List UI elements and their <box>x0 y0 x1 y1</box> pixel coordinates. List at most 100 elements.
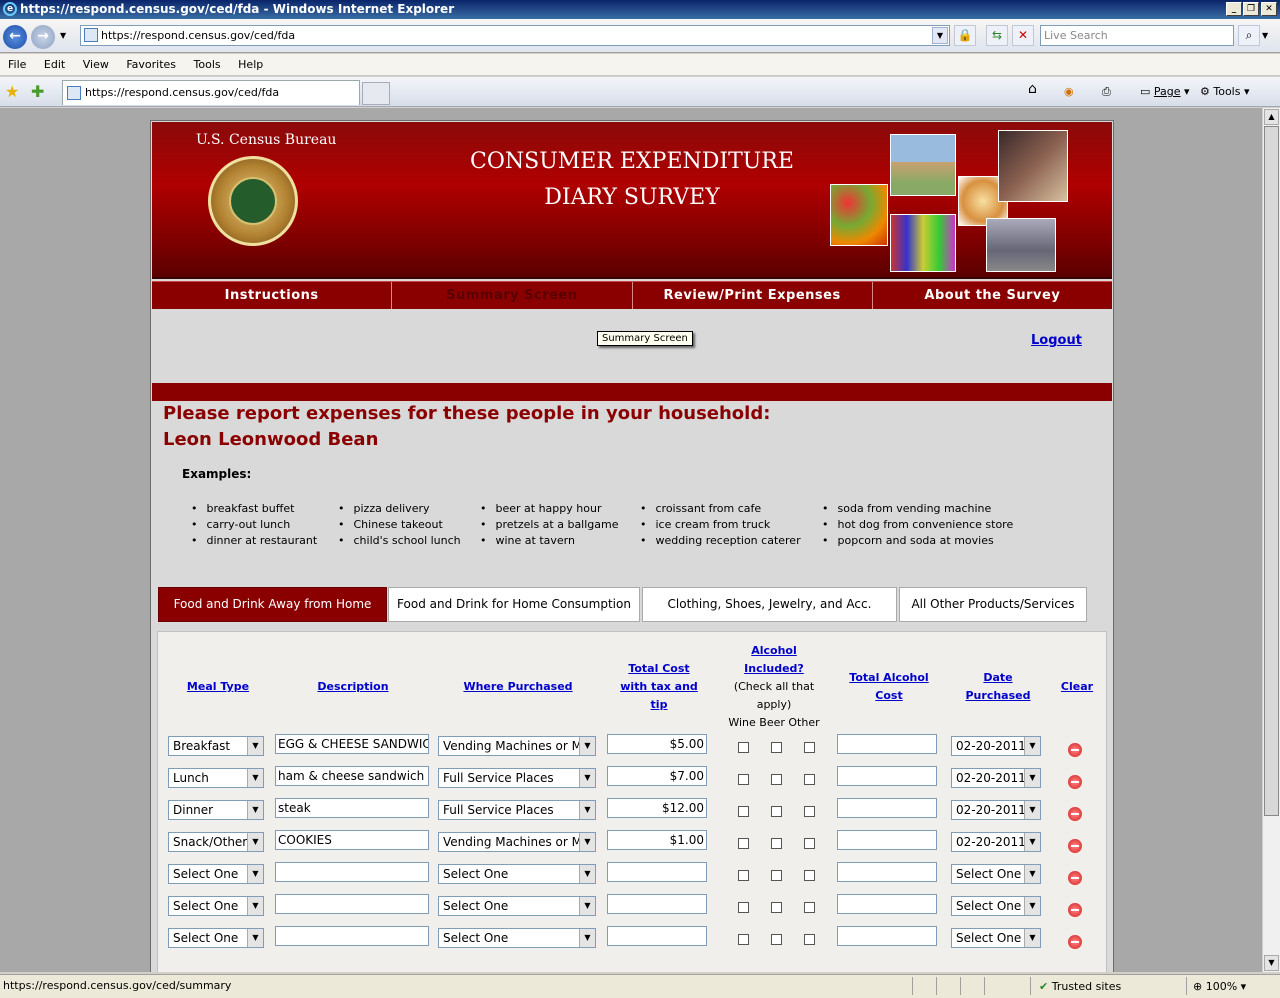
wine-checkbox[interactable] <box>738 934 749 945</box>
print-icon[interactable]: ⎙ <box>1102 84 1111 100</box>
favorites-star-icon[interactable]: ★ <box>5 82 19 101</box>
menu-view[interactable]: View <box>77 54 115 76</box>
beer-checkbox[interactable] <box>771 774 782 785</box>
refresh-icon[interactable]: ⇆ <box>986 25 1008 46</box>
col-alcohol-2[interactable]: Included? <box>718 660 830 678</box>
where-purchased-select[interactable]: Full Service Places ▼ <box>438 768 596 788</box>
date-purchased-select[interactable]: Select One ▼ <box>951 864 1041 884</box>
col-description[interactable]: Description <box>278 678 428 696</box>
meal-type-select[interactable]: Select One ▼ <box>168 896 264 916</box>
date-purchased-select[interactable]: Select One ▼ <box>951 928 1041 948</box>
forward-button[interactable]: → <box>31 25 55 49</box>
description-input[interactable] <box>275 894 429 914</box>
alcohol-cost-input[interactable] <box>837 766 937 786</box>
meal-type-select[interactable]: Breakfast ▼ <box>168 736 264 756</box>
other-alcohol-checkbox[interactable] <box>804 902 815 913</box>
zoom-control[interactable]: ⊕ 100% ▾ <box>1186 977 1266 995</box>
beer-checkbox[interactable] <box>771 806 782 817</box>
wine-checkbox[interactable] <box>738 806 749 817</box>
where-purchased-select[interactable]: Select One ▼ <box>438 928 596 948</box>
where-purchased-select[interactable]: Vending Machines or Mobile Vendors▼ <box>438 736 596 756</box>
lock-icon[interactable]: 🔒 <box>954 25 976 46</box>
col-where-purchased[interactable]: Where Purchased <box>438 678 598 696</box>
address-dropdown-icon[interactable]: ▼ <box>932 27 948 44</box>
history-dropdown-icon[interactable]: ▼ <box>60 31 66 40</box>
scroll-down-icon[interactable]: ▼ <box>1264 955 1279 971</box>
wine-checkbox[interactable] <box>738 742 749 753</box>
wine-checkbox[interactable] <box>738 838 749 849</box>
col-total-cost-2[interactable]: with tax and <box>608 678 710 696</box>
tab-other-products[interactable]: All Other Products/Services <box>899 587 1087 622</box>
beer-checkbox[interactable] <box>771 902 782 913</box>
date-purchased-select[interactable]: 02-20-2011 ▼ <box>951 800 1041 820</box>
where-purchased-select[interactable]: Vending Machines or Mobile Vendors▼ <box>438 832 596 852</box>
nav-instructions[interactable]: Instructions <box>152 282 393 309</box>
browser-tab[interactable]: https://respond.census.gov/ced/fda <box>62 80 360 105</box>
where-purchased-select[interactable]: Select One ▼ <box>438 864 596 884</box>
search-dropdown-icon[interactable]: ▼ <box>1262 31 1268 40</box>
nav-review-print[interactable]: Review/Print Expenses <box>633 282 873 309</box>
menu-favorites[interactable]: Favorites <box>120 54 182 76</box>
other-alcohol-checkbox[interactable] <box>804 838 815 849</box>
clear-row-icon[interactable] <box>1068 903 1082 917</box>
back-button[interactable]: ← <box>3 25 27 49</box>
scroll-up-icon[interactable]: ▲ <box>1264 109 1279 125</box>
logout-link[interactable]: Logout <box>1031 333 1082 348</box>
clear-row-icon[interactable] <box>1068 839 1082 853</box>
nav-about-survey[interactable]: About the Survey <box>873 282 1112 309</box>
add-favorite-icon[interactable]: ✚ <box>31 82 44 101</box>
total-cost-input[interactable]: $12.00 <box>607 798 707 818</box>
close-window-button[interactable]: ✕ <box>1261 2 1277 16</box>
wine-checkbox[interactable] <box>738 902 749 913</box>
stop-icon[interactable]: ✕ <box>1012 25 1034 46</box>
date-purchased-select[interactable]: Select One ▼ <box>951 896 1041 916</box>
nav-summary-screen[interactable]: Summary Screen <box>392 282 633 309</box>
menu-edit[interactable]: Edit <box>38 54 71 76</box>
meal-type-select[interactable]: Lunch ▼ <box>168 768 264 788</box>
beer-checkbox[interactable] <box>771 838 782 849</box>
col-clear[interactable]: Clear <box>1053 678 1101 696</box>
description-input[interactable] <box>275 862 429 882</box>
date-purchased-select[interactable]: 02-20-2011 ▼ <box>951 768 1041 788</box>
beer-checkbox[interactable] <box>771 934 782 945</box>
clear-row-icon[interactable] <box>1068 871 1082 885</box>
col-meal-type[interactable]: Meal Type <box>168 678 268 696</box>
restore-button[interactable]: ❐ <box>1243 2 1259 16</box>
alcohol-cost-input[interactable] <box>837 894 937 914</box>
tab-clothing[interactable]: Clothing, Shoes, Jewelry, and Acc. <box>642 587 897 622</box>
vertical-scrollbar[interactable]: ▲ ▼ <box>1262 108 1280 972</box>
minimize-button[interactable]: _ <box>1226 2 1242 16</box>
total-cost-input[interactable] <box>607 894 707 914</box>
other-alcohol-checkbox[interactable] <box>804 774 815 785</box>
date-purchased-select[interactable]: 02-20-2011 ▼ <box>951 736 1041 756</box>
menu-help[interactable]: Help <box>232 54 269 76</box>
beer-checkbox[interactable] <box>771 870 782 881</box>
col-date-2[interactable]: Purchased <box>948 687 1048 705</box>
meal-type-select[interactable]: Dinner ▼ <box>168 800 264 820</box>
col-total-cost-1[interactable]: Total Cost <box>608 660 710 678</box>
alcohol-cost-input[interactable] <box>837 734 937 754</box>
where-purchased-select[interactable]: Full Service Places ▼ <box>438 800 596 820</box>
new-tab-button[interactable] <box>362 82 390 105</box>
description-input[interactable]: steak <box>275 798 429 818</box>
total-cost-input[interactable] <box>607 862 707 882</box>
tab-food-home[interactable]: Food and Drink for Home Consumption <box>388 587 640 622</box>
security-zone[interactable]: ✔ Trusted sites <box>1030 977 1186 995</box>
other-alcohol-checkbox[interactable] <box>804 742 815 753</box>
description-input[interactable]: COOKIES <box>275 830 429 850</box>
meal-type-select[interactable]: Select One ▼ <box>168 928 264 948</box>
tab-food-away[interactable]: Food and Drink Away from Home <box>158 587 387 622</box>
other-alcohol-checkbox[interactable] <box>804 806 815 817</box>
wine-checkbox[interactable] <box>738 870 749 881</box>
total-cost-input[interactable] <box>607 926 707 946</box>
col-alcohol-1[interactable]: Alcohol <box>718 642 830 660</box>
clear-row-icon[interactable] <box>1068 807 1082 821</box>
description-input[interactable]: ham & cheese sandwich <box>275 766 429 786</box>
total-cost-input[interactable]: $5.00 <box>607 734 707 754</box>
alcohol-cost-input[interactable] <box>837 830 937 850</box>
clear-row-icon[interactable] <box>1068 775 1082 789</box>
clear-row-icon[interactable] <box>1068 743 1082 757</box>
date-purchased-select[interactable]: 02-20-2011 ▼ <box>951 832 1041 852</box>
col-alcohol-cost-2[interactable]: Cost <box>838 687 940 705</box>
total-cost-input[interactable]: $1.00 <box>607 830 707 850</box>
